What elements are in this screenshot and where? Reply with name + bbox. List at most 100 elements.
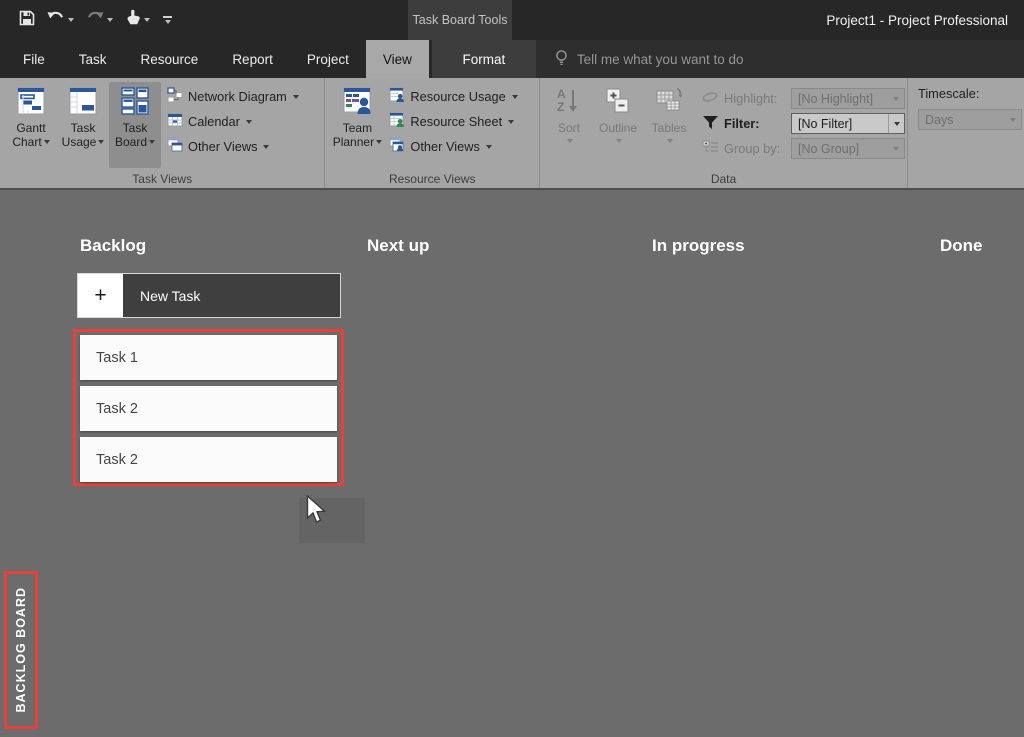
outline-icon	[602, 85, 634, 122]
resource-sheet-dropdown-caret-icon[interactable]	[508, 120, 514, 124]
gantt-chart-button[interactable]: Gantt Chart	[5, 82, 57, 168]
team-planner-label-line1: Team	[343, 122, 372, 136]
task-usage-label-line2: Usage	[62, 135, 97, 149]
resource-usage-button[interactable]: Resource Usage	[389, 87, 517, 106]
filter-combobox[interactable]: [No Filter]	[791, 113, 905, 134]
customize-qat-caret-icon	[165, 20, 171, 24]
outline-button[interactable]: Outline	[592, 82, 644, 168]
outline-dropdown-caret-icon[interactable]	[616, 139, 622, 143]
sort-button[interactable]: AZ Sort	[546, 82, 592, 168]
task-board-button[interactable]: Task Board	[109, 82, 161, 168]
column-header-done: Done	[940, 236, 983, 256]
team-planner-dropdown-caret-icon[interactable]	[376, 140, 382, 144]
resource-other-views-button[interactable]: Other Views	[389, 137, 517, 156]
network-diagram-button[interactable]: Network Diagram	[167, 87, 299, 106]
task-usage-button[interactable]: Task Usage	[57, 82, 109, 168]
undo-button[interactable]	[44, 8, 77, 32]
other-views-icon	[167, 137, 183, 156]
contextual-tools-header: Task Board Tools	[408, 0, 512, 40]
task-usage-dropdown-caret-icon[interactable]	[98, 140, 104, 144]
column-header-backlog: Backlog	[80, 236, 146, 256]
save-icon	[19, 10, 35, 31]
resource-sheet-button[interactable]: Resource Sheet	[389, 112, 517, 131]
customize-qat-icon	[163, 16, 172, 18]
team-planner-button[interactable]: Team Planner	[331, 82, 383, 168]
ribbon-group-resource-views: Team Planner Resource Usage Resource She…	[325, 78, 540, 188]
task-card[interactable]: Task 1	[80, 335, 337, 380]
redo-button[interactable]	[83, 8, 116, 32]
calendar-icon	[167, 112, 183, 131]
sort-dropdown-caret-icon[interactable]	[567, 139, 573, 143]
resource-views-group-label: Resource Views	[325, 172, 539, 186]
window-title: Project1 - Project Professional	[826, 0, 1008, 40]
tables-dropdown-caret-icon[interactable]	[667, 139, 673, 143]
touch-mode-dropdown-caret-icon[interactable]	[144, 18, 150, 22]
outline-label: Outline	[599, 121, 637, 135]
tab-file[interactable]: File	[6, 40, 62, 78]
task-board-dropdown-caret-icon[interactable]	[149, 140, 155, 144]
resource-other-views-dropdown-caret-icon[interactable]	[486, 145, 492, 149]
group-by-icon	[702, 140, 719, 158]
calendar-dropdown-caret-icon[interactable]	[246, 120, 252, 124]
tab-resource[interactable]: Resource	[124, 40, 216, 78]
resource-usage-label: Resource Usage	[410, 89, 505, 104]
tab-task[interactable]: Task	[62, 40, 124, 78]
team-planner-icon	[341, 85, 373, 122]
tab-format[interactable]: Format	[432, 40, 536, 78]
data-group-rows: Highlight: [No Highlight] Filter: [No Fi…	[702, 82, 905, 168]
tables-label: Tables	[652, 121, 687, 135]
task-card[interactable]: Task 2	[80, 437, 337, 482]
filter-icon	[702, 115, 719, 133]
tab-project[interactable]: Project	[290, 40, 366, 78]
tell-me-search[interactable]: Tell me what you want to do	[536, 40, 1024, 78]
customize-quick-access-toolbar-button[interactable]	[159, 16, 176, 24]
other-views-button[interactable]: Other Views	[167, 137, 299, 156]
group-by-row: Group by: [No Group]	[702, 138, 905, 159]
tab-view[interactable]: View	[366, 40, 429, 78]
plus-box[interactable]	[78, 274, 123, 317]
task-board-canvas: Backlog Next up In progress Done New Tas…	[0, 190, 1024, 737]
redo-dropdown-caret-icon[interactable]	[107, 18, 113, 22]
calendar-button[interactable]: Calendar	[167, 112, 299, 131]
highlight-combobox[interactable]: [No Highlight]	[791, 88, 905, 109]
task-usage-label-line1: Task	[71, 122, 96, 136]
team-planner-label-line2: Planner	[333, 135, 374, 149]
network-diagram-dropdown-caret-icon[interactable]	[293, 95, 299, 99]
save-button[interactable]	[16, 8, 38, 33]
resource-other-views-icon	[389, 137, 405, 156]
timescale-combo-caret-icon[interactable]	[1005, 110, 1021, 129]
ribbon-group-task-views: Gantt Chart Task Usage Task Board Networ…	[0, 78, 325, 188]
column-header-next-up: Next up	[367, 236, 429, 256]
timescale-label: Timescale:	[918, 86, 1022, 101]
highlight-value: [No Highlight]	[798, 92, 888, 106]
undo-icon	[47, 10, 65, 30]
project-professional-window: Task Board Tools Project1 - Project Prof…	[0, 0, 1024, 737]
group-by-label: Group by:	[724, 141, 786, 156]
resource-usage-dropdown-caret-icon[interactable]	[512, 95, 518, 99]
other-views-dropdown-caret-icon[interactable]	[263, 145, 269, 149]
network-diagram-icon	[167, 87, 183, 106]
filter-combo-caret-icon[interactable]	[888, 114, 904, 133]
touch-mouse-mode-button[interactable]	[122, 7, 153, 33]
new-task-button[interactable]: New Task	[77, 273, 341, 318]
sort-icon: AZ	[553, 85, 585, 122]
ribbon-group-data: AZ Sort Outline Tables Highlight: [N	[540, 78, 908, 188]
group-by-combobox[interactable]: [No Group]	[791, 138, 905, 159]
svg-text:Z: Z	[557, 100, 564, 114]
redo-icon	[86, 10, 104, 30]
gantt-chart-icon	[15, 85, 47, 122]
tab-report[interactable]: Report	[215, 40, 290, 78]
view-bar-backlog-board[interactable]: BACKLOG BOARD	[4, 571, 38, 729]
column-header-in-progress: In progress	[652, 236, 745, 256]
timescale-combobox[interactable]: Days	[918, 109, 1022, 130]
highlight-combo-caret-icon[interactable]	[888, 89, 904, 108]
highlight-row: Highlight: [No Highlight]	[702, 88, 905, 109]
tables-button[interactable]: Tables	[644, 82, 694, 168]
task-card[interactable]: Task 2	[80, 386, 337, 431]
group-by-value: [No Group]	[798, 142, 888, 156]
group-by-combo-caret-icon[interactable]	[888, 139, 904, 158]
resource-views-small-buttons: Resource Usage Resource Sheet Other View…	[389, 82, 517, 168]
gantt-chart-dropdown-caret-icon[interactable]	[44, 140, 50, 144]
undo-dropdown-caret-icon[interactable]	[68, 18, 74, 22]
resource-sheet-label: Resource Sheet	[410, 114, 502, 129]
